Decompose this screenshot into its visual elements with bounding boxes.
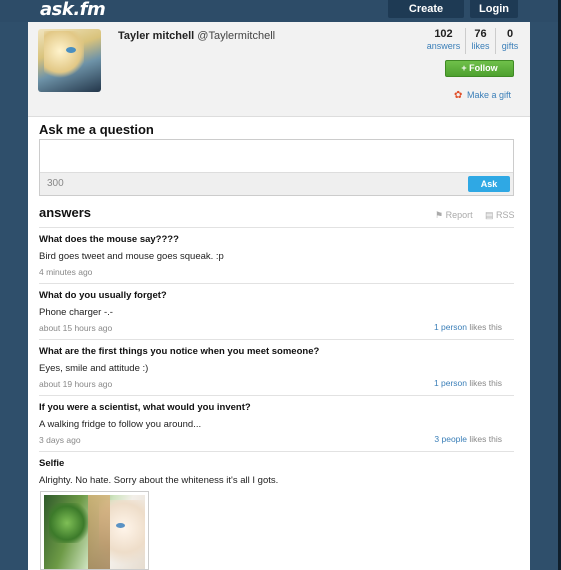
- question-text: Selfie: [39, 458, 65, 469]
- divider: [39, 339, 514, 340]
- ask-fm-logo[interactable]: ask.fm: [40, 0, 106, 22]
- answers-label: answers: [426, 41, 461, 51]
- character-counter: 300: [47, 178, 64, 189]
- ask-button[interactable]: Ask: [468, 176, 510, 192]
- answer-item: If you were a scientist, what would you …: [39, 402, 514, 445]
- ask-title: Ask me a question: [39, 122, 154, 137]
- answer-text: Bird goes tweet and mouse goes squeak. :…: [39, 251, 224, 262]
- selfie-photo: [44, 495, 145, 569]
- ask-footer: 300 Ask: [40, 172, 513, 195]
- follow-button[interactable]: + Follow: [445, 60, 514, 77]
- likes-label: likes: [471, 41, 490, 51]
- profile-display-name: Tayler mitchell: [118, 30, 195, 42]
- answer-item: Selfie Alrighty. No hate. Sorry about th…: [39, 458, 514, 487]
- divider: [39, 283, 514, 284]
- profile-header: Tayler mitchell @Taylermitchell 102 answ…: [28, 22, 530, 117]
- login-button[interactable]: Login: [470, 0, 518, 18]
- answer-text: Eyes, smile and attitude :): [39, 363, 149, 374]
- answer-item: What are the first things you notice whe…: [39, 346, 514, 389]
- avatar-eye: [66, 47, 76, 53]
- answer-item: What do you usually forget? Phone charge…: [39, 290, 514, 333]
- profile-name: Tayler mitchell @Taylermitchell: [118, 30, 275, 42]
- answers-count: 102: [434, 28, 453, 40]
- make-gift-link[interactable]: ✿ Make a gift: [454, 90, 512, 101]
- gifts-label: gifts: [501, 41, 519, 51]
- hair-shape: [88, 495, 110, 569]
- gifts-count: 0: [506, 28, 514, 40]
- stat-gifts[interactable]: 0 gifts: [496, 28, 524, 54]
- likes-suffix: likes this: [467, 434, 502, 444]
- answer-item: What does the mouse say???? Bird goes tw…: [39, 234, 514, 277]
- make-gift-label: Make a gift: [467, 90, 512, 100]
- likes-count: 76: [474, 28, 487, 40]
- likes-link[interactable]: 1 person: [434, 378, 467, 388]
- avatar[interactable]: [38, 29, 101, 92]
- answer-text: Alrighty. No hate. Sorry about the white…: [39, 475, 279, 486]
- question-text: What do you usually forget?: [39, 290, 167, 301]
- divider: [39, 395, 514, 396]
- question-text: What does the mouse say????: [39, 234, 179, 245]
- answer-time[interactable]: 4 minutes ago: [39, 267, 514, 277]
- likes-info: 3 people likes this: [434, 434, 502, 444]
- rss-link[interactable]: ▤ RSS: [485, 210, 515, 221]
- flag-icon: ⚑: [435, 210, 444, 220]
- likes-info: 1 person likes this: [434, 378, 502, 388]
- likes-link[interactable]: 1 person: [434, 322, 467, 332]
- likes-link[interactable]: 3 people: [434, 434, 467, 444]
- divider: [39, 451, 514, 452]
- likes-suffix: likes this: [467, 322, 502, 332]
- rss-icon: ▤: [485, 210, 494, 220]
- question-text: If you were a scientist, what would you …: [39, 402, 251, 413]
- top-bar: ask.fm Create account Login: [0, 0, 561, 33]
- create-account-button[interactable]: Create account: [388, 0, 464, 33]
- likes-suffix: likes this: [467, 378, 502, 388]
- question-text: What are the first things you notice whe…: [39, 346, 320, 357]
- stat-likes[interactable]: 76 likes: [466, 28, 496, 54]
- answer-text: A walking fridge to follow you around...: [39, 419, 202, 430]
- selfie-image[interactable]: [40, 491, 149, 570]
- question-input[interactable]: 300 Ask: [39, 139, 514, 196]
- rss-label: RSS: [496, 210, 515, 220]
- likes-info: 1 person likes this: [434, 322, 502, 332]
- avatar-hair: [44, 31, 84, 81]
- answers-title: answers: [39, 205, 92, 220]
- divider: [39, 227, 514, 228]
- answer-text: Phone charger -.-: [39, 307, 113, 318]
- profile-page: Tayler mitchell @Taylermitchell 102 answ…: [28, 22, 530, 570]
- gift-icon: ✿: [454, 90, 463, 101]
- report-label: Report: [445, 210, 473, 220]
- profile-handle: @Taylermitchell: [197, 30, 276, 42]
- stat-answers[interactable]: 102 answers: [422, 28, 466, 54]
- eye-shape: [116, 523, 125, 528]
- report-link[interactable]: ⚑ Report: [435, 210, 473, 221]
